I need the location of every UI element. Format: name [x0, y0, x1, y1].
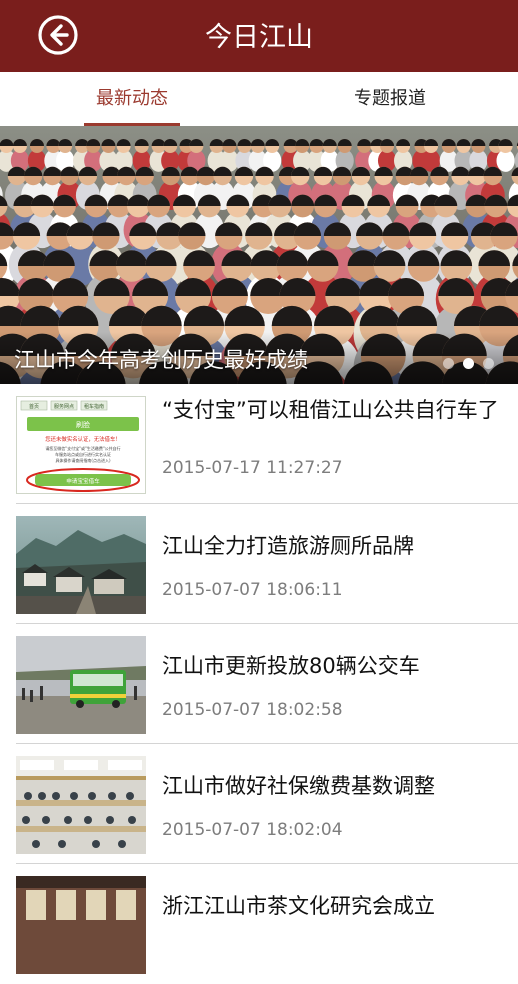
thumb-notice-3: 具体操作请查阅指南(点击进入)	[55, 457, 111, 463]
news-item[interactable]: 浙江江山市茶文化研究会成立	[0, 864, 518, 984]
news-time: 2015-07-07 18:02:58	[162, 700, 343, 720]
news-list: 首页 服务网点 租车指南 刷脸 您还未做实名认证，无法借车！ 请您至微信"支付宝…	[0, 384, 518, 984]
news-time: 2015-07-17 11:27:27	[162, 458, 343, 478]
app-header: 今日江山	[0, 0, 518, 72]
thumb-face-button: 刷脸	[76, 420, 90, 429]
thumb-tab-stations: 服务网点	[54, 403, 74, 410]
tab-bar: 最新动态 专题报道	[0, 72, 518, 126]
thumb-tab-guide: 租车指南	[84, 403, 104, 410]
news-thumbnail: 首页 服务网点 租车指南 刷脸 您还未做实名认证，无法借车！ 请您至微信"支付宝…	[16, 396, 146, 494]
thumb-warning: 您还未做实名认证，无法借车！	[45, 435, 120, 443]
news-item[interactable]: 江山市更新投放80辆公交车 2015-07-07 18:02:58	[0, 624, 518, 744]
news-thumbnail	[16, 516, 146, 614]
news-item[interactable]: 江山全力打造旅游厕所品牌 2015-07-07 18:06:11	[0, 504, 518, 624]
news-title[interactable]: 江山市做好社保缴费基数调整	[162, 772, 504, 801]
news-time: 2015-07-07 18:02:04	[162, 820, 343, 840]
news-title[interactable]: 江山市更新投放80辆公交车	[162, 652, 504, 681]
news-title[interactable]: 浙江江山市茶文化研究会成立	[162, 892, 504, 921]
tab-special-reports[interactable]: 专题报道	[338, 72, 442, 126]
thumb-notice-1: 请您至微信"支付宝"或"生活缴费"公共自行	[45, 445, 120, 451]
news-thumbnail	[16, 636, 146, 734]
tab-latest-news[interactable]: 最新动态	[80, 72, 184, 126]
carousel-dot-active[interactable]	[463, 358, 474, 369]
thumb-notice-2: 车服务站点或自行进行实名认证	[55, 451, 111, 457]
news-thumbnail	[16, 756, 146, 854]
carousel-indicator	[434, 354, 494, 366]
banner-caption[interactable]: 江山市今年高考创历史最好成绩	[14, 344, 308, 374]
carousel-dot[interactable]	[483, 358, 494, 369]
thumb-cta: 申请宝宝借车	[66, 477, 100, 485]
carousel-dot[interactable]	[443, 358, 454, 369]
thumb-tab-home: 首页	[29, 403, 39, 410]
news-title[interactable]: 江山全力打造旅游厕所品牌	[162, 532, 504, 561]
page-title: 今日江山	[0, 0, 518, 72]
news-item[interactable]: 首页 服务网点 租车指南 刷脸 您还未做实名认证，无法借车！ 请您至微信"支付宝…	[0, 384, 518, 504]
news-title[interactable]: “支付宝”可以租借江山公共自行车了	[162, 396, 504, 425]
banner-carousel[interactable]: 江山市今年高考创历史最好成绩	[0, 126, 518, 384]
news-thumbnail	[16, 876, 146, 974]
news-time: 2015-07-07 18:06:11	[162, 580, 343, 600]
news-item[interactable]: 江山市做好社保缴费基数调整 2015-07-07 18:02:04	[0, 744, 518, 864]
